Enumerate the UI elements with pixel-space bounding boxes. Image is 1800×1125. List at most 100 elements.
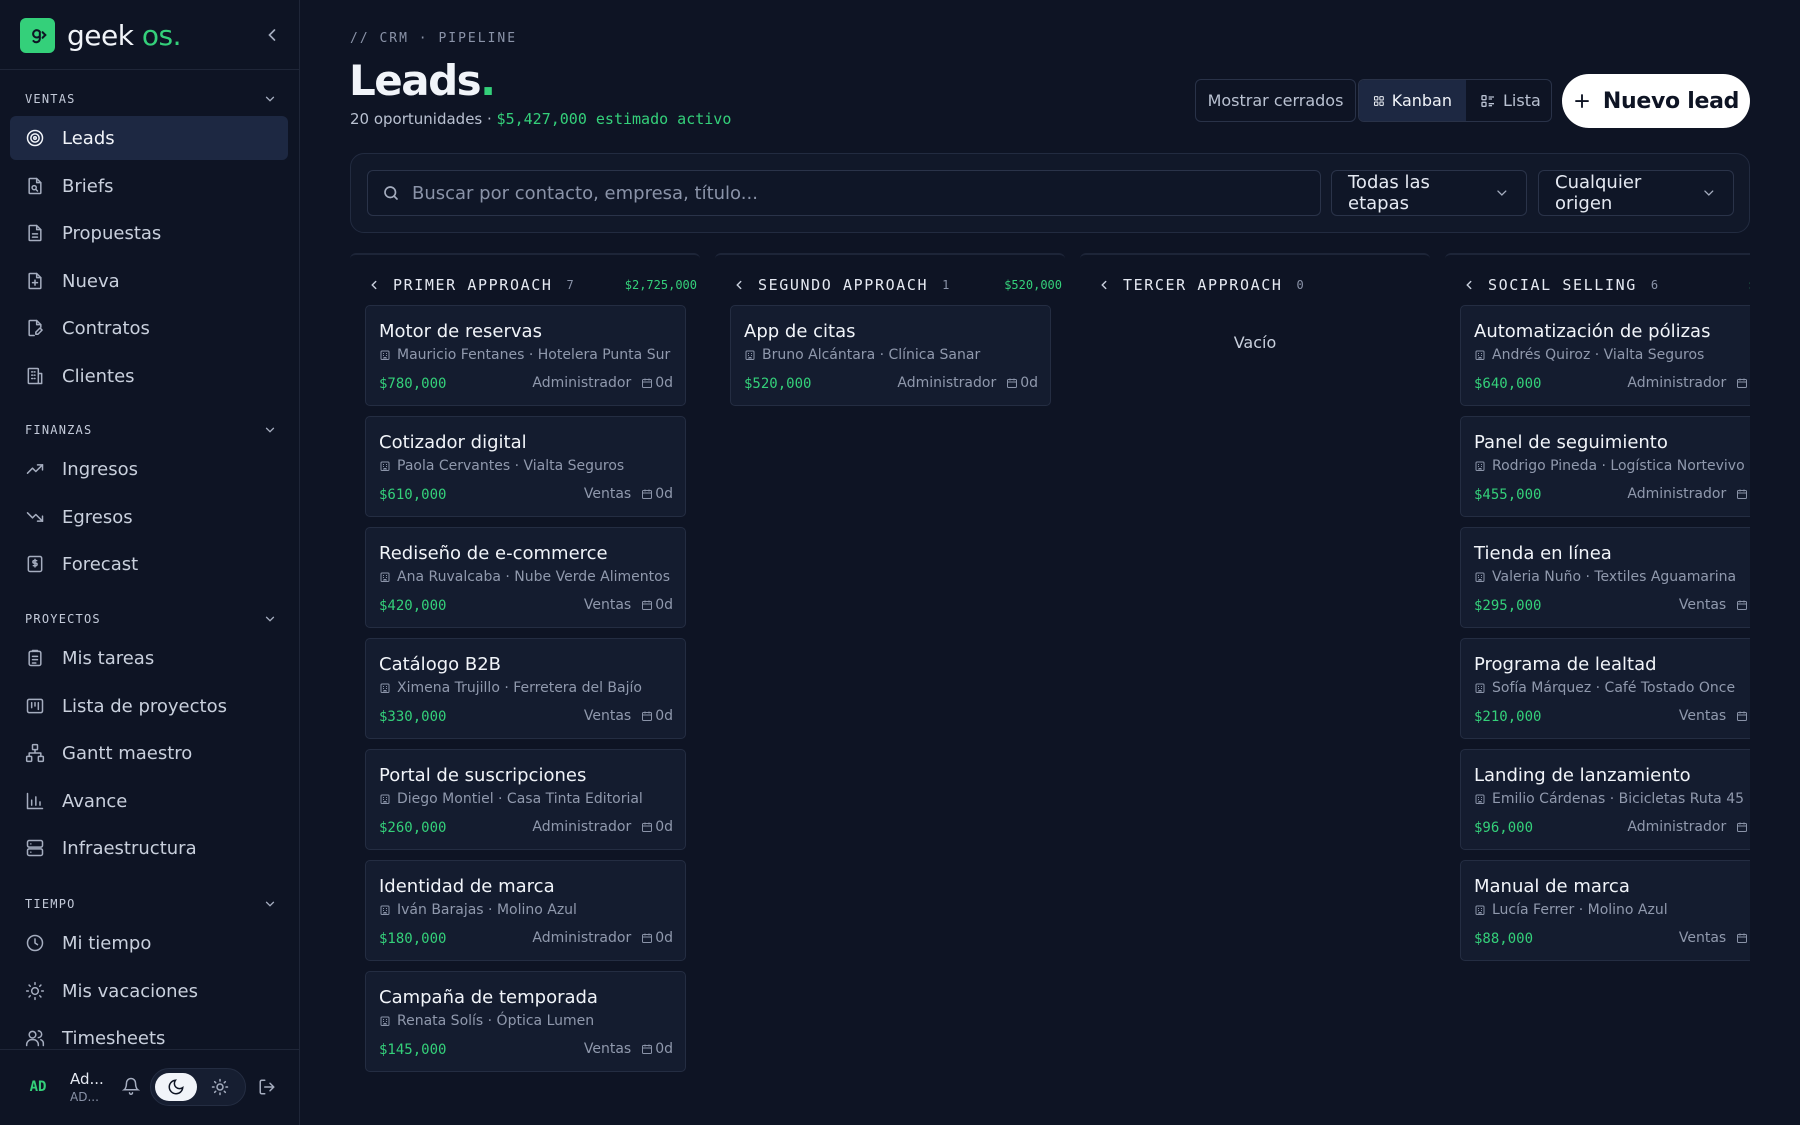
sidebar-item-mi-tiempo[interactable]: Mi tiempo bbox=[10, 921, 288, 965]
column-count: 7 bbox=[566, 278, 574, 292]
sidebar-item-nueva[interactable]: Nueva bbox=[10, 259, 288, 303]
sidebar-item-leads[interactable]: Leads bbox=[10, 116, 288, 160]
column-header: TERCER APPROACH 0 bbox=[1097, 274, 1427, 296]
sidebar-item-label: Ingresos bbox=[62, 458, 138, 480]
lead-card[interactable]: Manual de marca Lucía Ferrer · Molino Az… bbox=[1460, 860, 1750, 961]
section-tiempo[interactable]: TIEMPO bbox=[25, 895, 277, 913]
lead-card[interactable]: Tienda en línea Valeria Nuño · Textiles … bbox=[1460, 527, 1750, 628]
list-view-button[interactable]: Lista bbox=[1466, 80, 1551, 121]
sidebar-item-contratos[interactable]: Contratos bbox=[10, 306, 288, 350]
lead-card[interactable]: Portal de suscripciones Diego Montiel · … bbox=[365, 749, 686, 850]
sidebar-item-label: Avance bbox=[62, 790, 128, 812]
lead-card[interactable]: Cotizador digital Paola Cervantes · Vial… bbox=[365, 416, 686, 517]
lead-amount: $640,000 bbox=[1474, 376, 1542, 392]
lead-card[interactable]: Automatización de pólizas Andrés Quiroz … bbox=[1460, 305, 1750, 406]
column-border bbox=[1445, 253, 1750, 259]
chevron-left-icon[interactable] bbox=[1462, 278, 1476, 292]
lead-title: App de citas bbox=[744, 321, 856, 342]
sidebar-item-ingresos[interactable]: Ingresos bbox=[10, 447, 288, 491]
lead-owner: Administrador bbox=[897, 375, 997, 391]
avatar[interactable]: AD bbox=[20, 1073, 56, 1101]
column-header: PRIMER APPROACH 7 $2,725,000 bbox=[367, 274, 697, 296]
column-border bbox=[1080, 253, 1430, 259]
grid-icon bbox=[1373, 95, 1384, 106]
lead-title: Identidad de marca bbox=[379, 876, 555, 897]
sidebar-item-forecast[interactable]: Forecast bbox=[10, 542, 288, 586]
lead-card[interactable]: Rediseño de e-commerce Ana Ruvalcaba · N… bbox=[365, 527, 686, 628]
column-name: TERCER APPROACH bbox=[1123, 276, 1283, 294]
sidebar-item-label: Mi tiempo bbox=[62, 932, 152, 954]
building-icon bbox=[1475, 905, 1485, 915]
origin-select[interactable]: Cualquier origen bbox=[1538, 170, 1734, 216]
lead-card[interactable]: Identidad de marca Iván Barajas · Molino… bbox=[365, 860, 686, 961]
search-input[interactable] bbox=[412, 182, 1292, 204]
chevron-left-icon[interactable] bbox=[732, 278, 746, 292]
column-count: 6 bbox=[1650, 278, 1659, 292]
calendar-icon bbox=[642, 1044, 653, 1054]
section-ventas[interactable]: VENTAS bbox=[25, 90, 277, 108]
lead-card[interactable]: Programa de lealtad Sofía Márquez · Café… bbox=[1460, 638, 1750, 739]
lead-contact-text: Mauricio Fentanes · Hotelera Punta Sur bbox=[397, 347, 671, 363]
lead-amount: $88,000 bbox=[1474, 931, 1534, 947]
kanban-view-button[interactable]: Kanban bbox=[1359, 80, 1466, 121]
column-social-selling: SOCIAL SELLING 6 $1,784 Automatización d… bbox=[1445, 253, 1750, 1125]
sidebar-item-mis-vacaciones[interactable]: Mis vacaciones bbox=[10, 969, 288, 1013]
section-proyectos[interactable]: PROYECTOS bbox=[25, 610, 277, 628]
sidebar-item-infraestructura[interactable]: Infraestructura bbox=[10, 826, 288, 870]
file-signature-icon bbox=[25, 318, 45, 338]
lead-amount: $180,000 bbox=[379, 931, 447, 947]
lead-contact-text: Diego Montiel · Casa Tinta Editorial bbox=[397, 791, 643, 807]
kanban-label: Kanban bbox=[1391, 91, 1452, 110]
lead-title: Tienda en línea bbox=[1474, 543, 1612, 564]
sidebar-item-label: Leads bbox=[62, 127, 115, 149]
lead-owner: Ventas bbox=[583, 708, 632, 724]
lead-card[interactable]: Campaña de temporada Renata Solís · Ópti… bbox=[365, 971, 686, 1072]
calendar-icon bbox=[1737, 711, 1748, 721]
section-finanzas[interactable]: FINANZAS bbox=[25, 421, 277, 439]
lead-card[interactable]: App de citas Bruno Alcántara · Clínica S… bbox=[730, 305, 1051, 406]
lead-title: Automatización de pólizas bbox=[1474, 321, 1711, 342]
chevron-left-icon[interactable] bbox=[367, 278, 381, 292]
column-total: $2,725,000 bbox=[624, 278, 697, 292]
new-lead-button[interactable]: Nuevo lead bbox=[1562, 74, 1750, 128]
sun-icon[interactable] bbox=[211, 1078, 229, 1096]
lead-contact: Mauricio Fentanes · Hotelera Punta Sur bbox=[379, 347, 670, 363]
logout-icon[interactable] bbox=[258, 1078, 276, 1096]
sidebar-item-clientes[interactable]: Clientes bbox=[10, 354, 288, 398]
sidebar-item-gantt-maestro[interactable]: Gantt maestro bbox=[10, 731, 288, 775]
collapse-sidebar-button[interactable] bbox=[262, 25, 282, 45]
lead-card[interactable]: Motor de reservas Mauricio Fentanes · Ho… bbox=[365, 305, 686, 406]
lead-card[interactable]: Catálogo B2B Ximena Trujillo · Ferretera… bbox=[365, 638, 686, 739]
sidebar-item-propuestas[interactable]: Propuestas bbox=[10, 211, 288, 255]
lead-meta: Administrador0d bbox=[1627, 486, 1750, 502]
sidebar-item-timesheets[interactable]: Timesheets bbox=[10, 1016, 288, 1060]
bell-icon[interactable] bbox=[122, 1077, 140, 1095]
lead-contact-text: Lucía Ferrer · Molino Azul bbox=[1492, 902, 1668, 918]
lead-amount: $260,000 bbox=[379, 820, 447, 836]
lead-contact-text: Renata Solís · Óptica Lumen bbox=[397, 1013, 595, 1029]
theme-toggle[interactable] bbox=[150, 1068, 246, 1106]
column-tercer-approach: TERCER APPROACH 0 Vacío bbox=[1080, 253, 1430, 1125]
lead-meta: Ventas 0d bbox=[584, 597, 673, 613]
show-closed-button[interactable]: Mostrar cerrados bbox=[1195, 79, 1356, 122]
sidebar-item-mis-tareas[interactable]: Mis tareas bbox=[10, 636, 288, 680]
sidebar-item-egresos[interactable]: Egresos bbox=[10, 495, 288, 539]
column-name: SOCIAL SELLING bbox=[1488, 276, 1637, 294]
sidebar-item-briefs[interactable]: Briefs bbox=[10, 164, 288, 208]
lead-card[interactable]: Landing de lanzamiento Emilio Cárdenas ·… bbox=[1460, 749, 1750, 850]
chevron-left-icon[interactable] bbox=[1097, 278, 1111, 292]
brand[interactable]: geek os. bbox=[20, 17, 182, 53]
lead-contact-text: Andrés Quiroz · Vialta Seguros bbox=[1492, 347, 1705, 363]
lead-contact-text: Ximena Trujillo · Ferretera del Bajío bbox=[397, 680, 642, 696]
moon-icon[interactable] bbox=[155, 1073, 197, 1101]
sidebar-item-avance[interactable]: Avance bbox=[10, 779, 288, 823]
lead-owner: Administrador bbox=[532, 930, 632, 946]
lead-title: Catálogo B2B bbox=[379, 654, 502, 675]
lead-card[interactable]: Panel de seguimiento Rodrigo Pineda · Lo… bbox=[1460, 416, 1750, 517]
stage-select[interactable]: Todas las etapas bbox=[1331, 170, 1527, 216]
lead-contact: Bruno Alcántara · Clínica Sanar bbox=[744, 347, 980, 363]
building-icon bbox=[1475, 461, 1485, 471]
sidebar-item-label: Propuestas bbox=[62, 222, 162, 244]
sidebar-item-lista-de-proyectos[interactable]: Lista de proyectos bbox=[10, 684, 288, 728]
building-icon bbox=[380, 350, 390, 360]
